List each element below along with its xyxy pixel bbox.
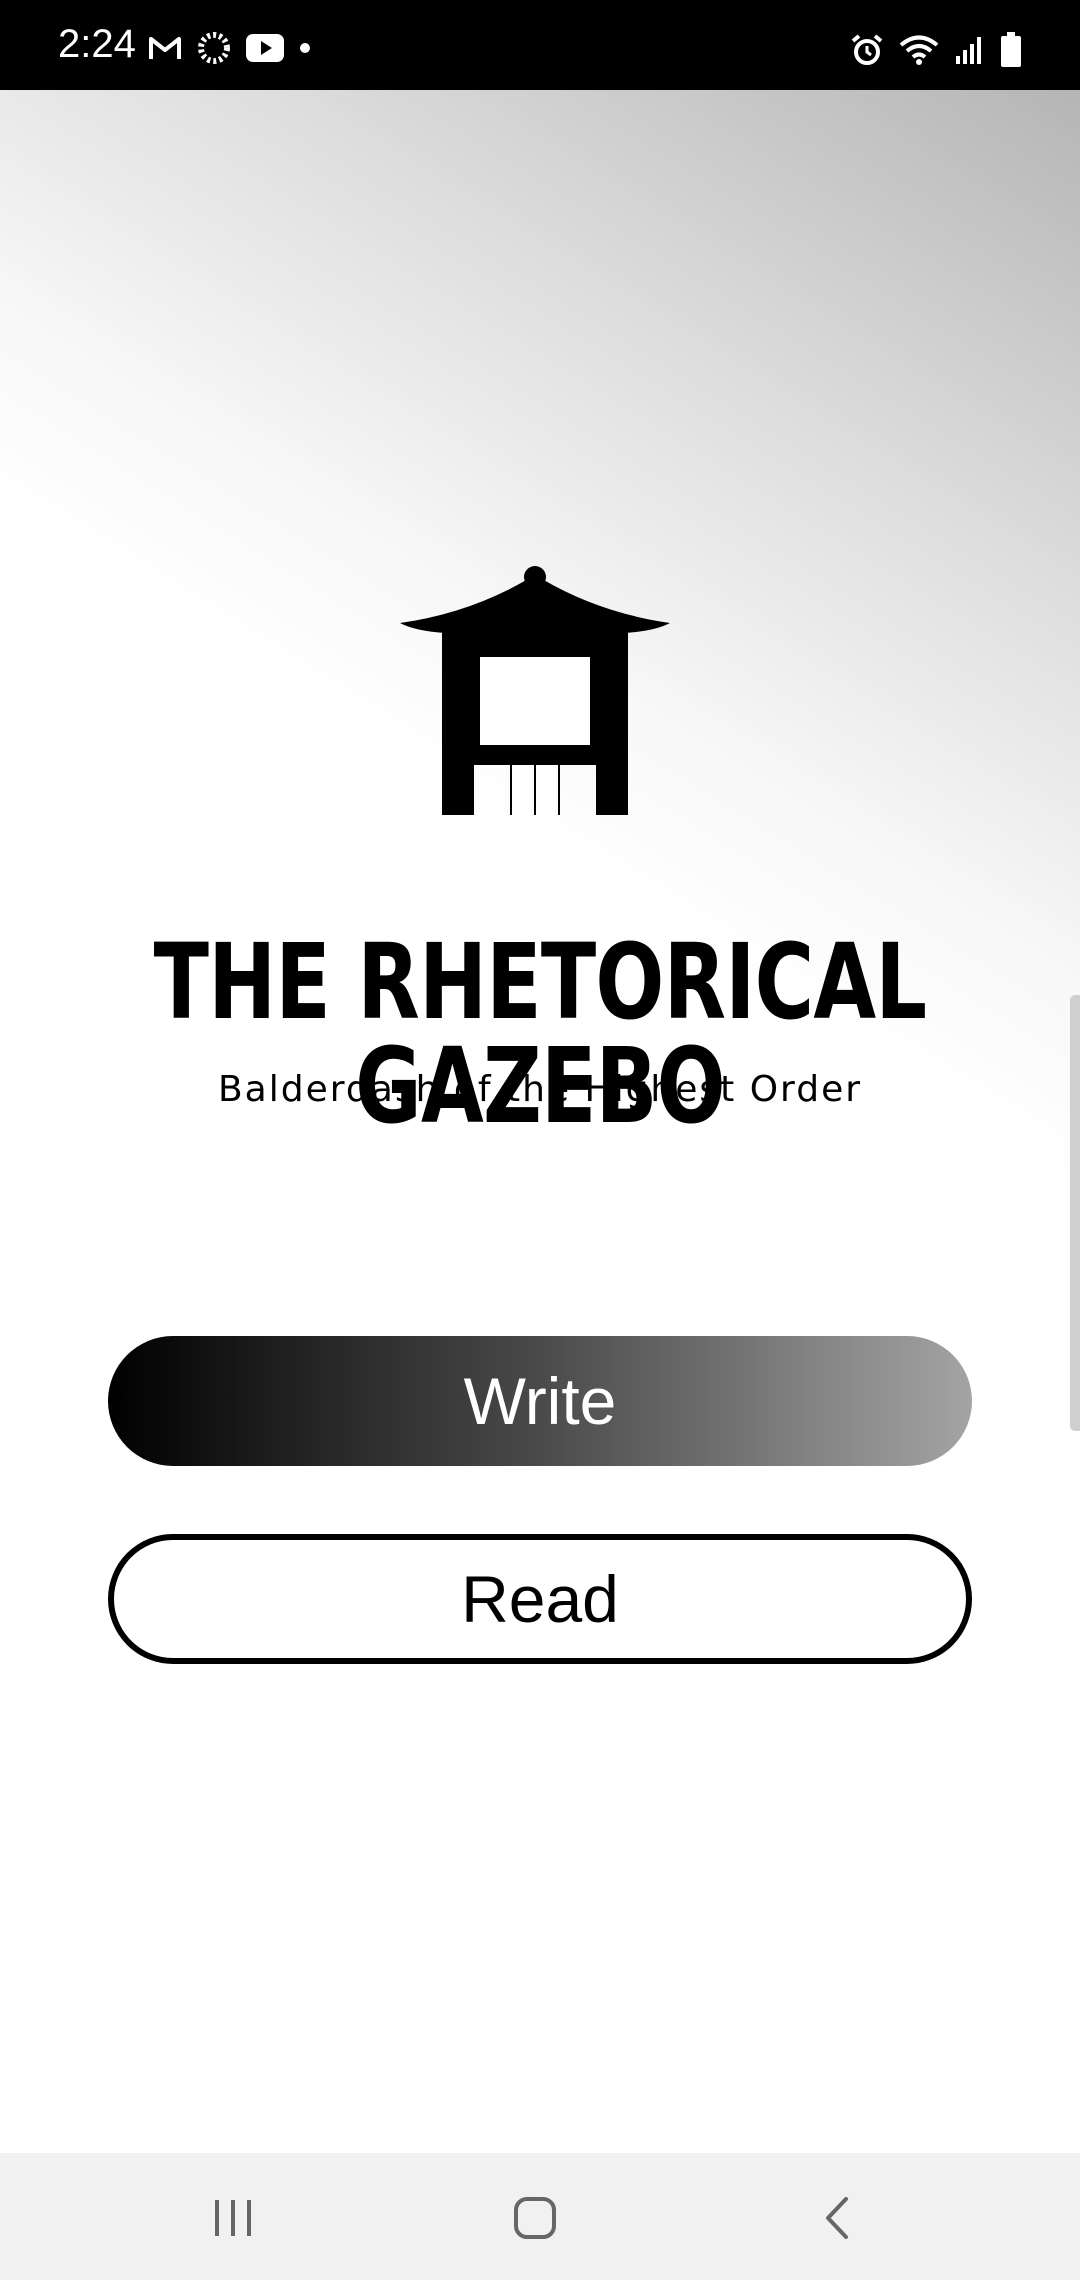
gmail-icon bbox=[148, 34, 182, 62]
status-notification-icons bbox=[148, 30, 312, 66]
gazebo-icon bbox=[400, 565, 670, 825]
navigation-bar bbox=[0, 2153, 1080, 2280]
back-icon bbox=[822, 2196, 852, 2240]
recents-button[interactable] bbox=[198, 2183, 268, 2253]
alarm-icon bbox=[850, 33, 884, 67]
battery-icon bbox=[1000, 32, 1022, 68]
read-button[interactable]: Read bbox=[108, 1534, 972, 1664]
youtube-icon bbox=[246, 34, 284, 62]
recents-icon bbox=[211, 2198, 255, 2238]
status-system-icons bbox=[850, 30, 1022, 70]
status-bar: 2:24 bbox=[0, 0, 1080, 90]
signal-icon bbox=[954, 34, 986, 66]
write-button[interactable]: Write bbox=[108, 1336, 972, 1466]
home-button[interactable] bbox=[500, 2183, 570, 2253]
status-time: 2:24 bbox=[58, 22, 136, 66]
wifi-icon bbox=[898, 33, 940, 67]
scroll-indicator[interactable] bbox=[1070, 995, 1080, 1431]
sync-icon bbox=[196, 30, 232, 66]
home-icon bbox=[513, 2196, 557, 2240]
app-subtitle: Balderdash of the Highest Order bbox=[217, 1069, 863, 1110]
app-screen: 2:24 THE RHETORICAL GAZEBO Balderdash of… bbox=[0, 0, 1080, 2280]
back-button[interactable] bbox=[802, 2183, 872, 2253]
dot-icon bbox=[298, 41, 312, 55]
home-content: THE RHETORICAL GAZEBO Balderdash of the … bbox=[0, 90, 1080, 2153]
